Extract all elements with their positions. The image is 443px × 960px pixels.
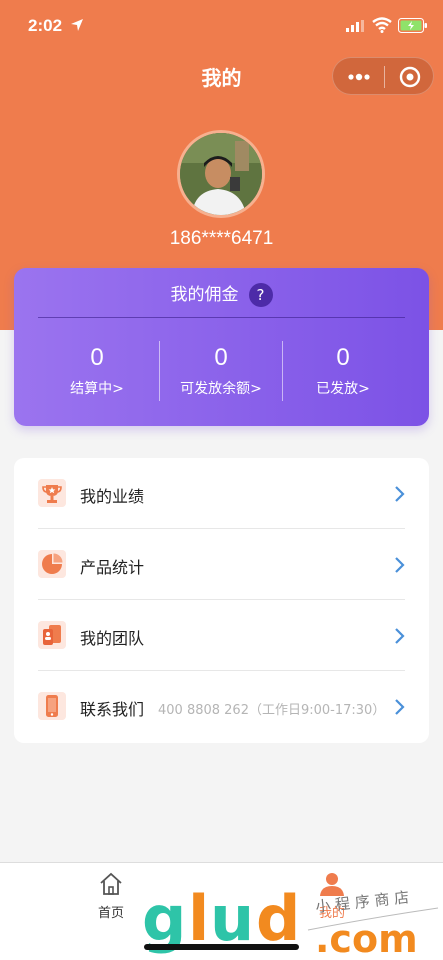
status-time: 2:02 — [28, 16, 63, 35]
stat-label: 结算中> — [70, 381, 124, 397]
commission-title-row: 我的佣金? — [14, 280, 429, 307]
commission-card: 我的佣金? 0 结算中> 0 可发放余额> 0 已发放> — [14, 268, 429, 426]
home-indicator — [144, 944, 299, 950]
stat-value: 0 — [336, 344, 350, 371]
tab-mine[interactable]: 我的 — [292, 871, 372, 921]
close-miniprogram-icon[interactable] — [399, 66, 421, 88]
pie-chart-icon — [38, 550, 66, 578]
avatar[interactable] — [177, 130, 265, 218]
menu-item-label: 联系我们 — [80, 700, 145, 719]
cellular-signal-icon — [346, 20, 364, 32]
stat-label: 可发放余额> — [180, 381, 262, 397]
menu-list: 我的业绩 产品统计 我的团队 联系我们 400 8808 262（工作日9:00… — [14, 458, 429, 743]
stat-available-balance[interactable]: 0 可发放余额> — [160, 344, 282, 398]
location-arrow-icon — [71, 19, 83, 31]
menu-item-contact-us[interactable]: 联系我们 400 8808 262（工作日9:00-17:30） — [14, 671, 429, 742]
tab-label: 首页 — [97, 906, 124, 921]
chevron-right-icon — [395, 486, 405, 502]
stat-paid[interactable]: 0 已发放> — [282, 344, 404, 398]
chevron-right-icon — [395, 628, 405, 644]
capsule-divider — [384, 66, 385, 88]
chevron-right-icon — [395, 557, 405, 573]
help-icon[interactable]: ? — [248, 283, 273, 307]
avatar-photo — [180, 133, 262, 215]
contact-phone-hours: 400 8808 262（工作日9:00-17:30） — [158, 703, 386, 718]
miniprogram-capsule — [332, 57, 434, 95]
more-options-icon[interactable] — [346, 68, 372, 86]
user-phone: 186****6471 — [169, 228, 274, 249]
tab-home[interactable]: 首页 — [71, 871, 151, 921]
phone-icon — [38, 692, 66, 720]
menu-item-my-team[interactable]: 我的团队 — [14, 600, 429, 671]
commission-divider — [38, 317, 405, 318]
stat-value: 0 — [90, 344, 104, 371]
menu-item-performance[interactable]: 我的业绩 — [14, 458, 429, 529]
menu-item-product-stats[interactable]: 产品统计 — [14, 529, 429, 600]
menu-item-label: 我的团队 — [80, 629, 145, 648]
menu-item-label: 我的业绩 — [80, 487, 145, 506]
battery-icon — [398, 18, 427, 33]
stat-value: 0 — [214, 344, 228, 371]
wifi-icon — [372, 17, 392, 33]
commission-title: 我的佣金 — [170, 285, 239, 305]
tab-label: 我的 — [318, 906, 345, 921]
menu-item-label: 产品统计 — [80, 558, 145, 577]
stat-settling[interactable]: 0 结算中> — [36, 344, 158, 398]
stat-label: 已发放> — [316, 381, 370, 397]
chevron-right-icon — [395, 699, 405, 715]
user-icon — [320, 873, 344, 896]
home-icon — [100, 872, 122, 895]
team-icon — [38, 621, 66, 649]
trophy-icon — [38, 479, 66, 507]
status-bar: 2:02 — [0, 0, 443, 52]
